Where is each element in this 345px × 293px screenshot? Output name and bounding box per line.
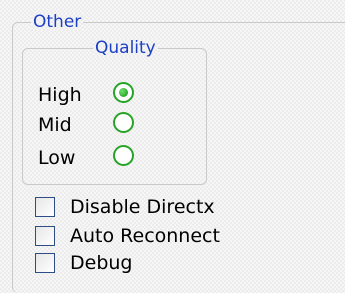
checkbox-label-disable-directx: Disable Directx: [70, 196, 215, 218]
radio-option-low[interactable]: Low: [38, 145, 158, 171]
radio-label-low: Low: [38, 147, 76, 169]
quality-group-legend: Quality: [94, 38, 156, 58]
checkbox-box-auto-reconnect[interactable]: [35, 226, 55, 246]
checkbox-label-auto-reconnect: Auto Reconnect: [70, 225, 220, 247]
checkbox-auto-reconnect[interactable]: Auto Reconnect: [35, 225, 335, 249]
radio-selected-dot: [119, 88, 128, 97]
checkbox-debug[interactable]: Debug: [35, 252, 335, 276]
radio-label-mid: Mid: [38, 114, 72, 136]
checkbox-box-disable-directx[interactable]: [35, 197, 55, 217]
radio-option-mid[interactable]: Mid: [38, 112, 158, 138]
checkbox-label-debug: Debug: [70, 252, 133, 274]
checkbox-disable-directx[interactable]: Disable Directx: [35, 196, 335, 220]
radio-button-mid[interactable]: [113, 112, 134, 133]
radio-button-high[interactable]: [113, 82, 134, 103]
radio-option-high[interactable]: High: [38, 82, 158, 108]
other-group-legend: Other: [33, 12, 82, 32]
checkbox-box-debug[interactable]: [35, 253, 55, 273]
radio-label-high: High: [38, 84, 82, 106]
radio-button-low[interactable]: [113, 145, 134, 166]
